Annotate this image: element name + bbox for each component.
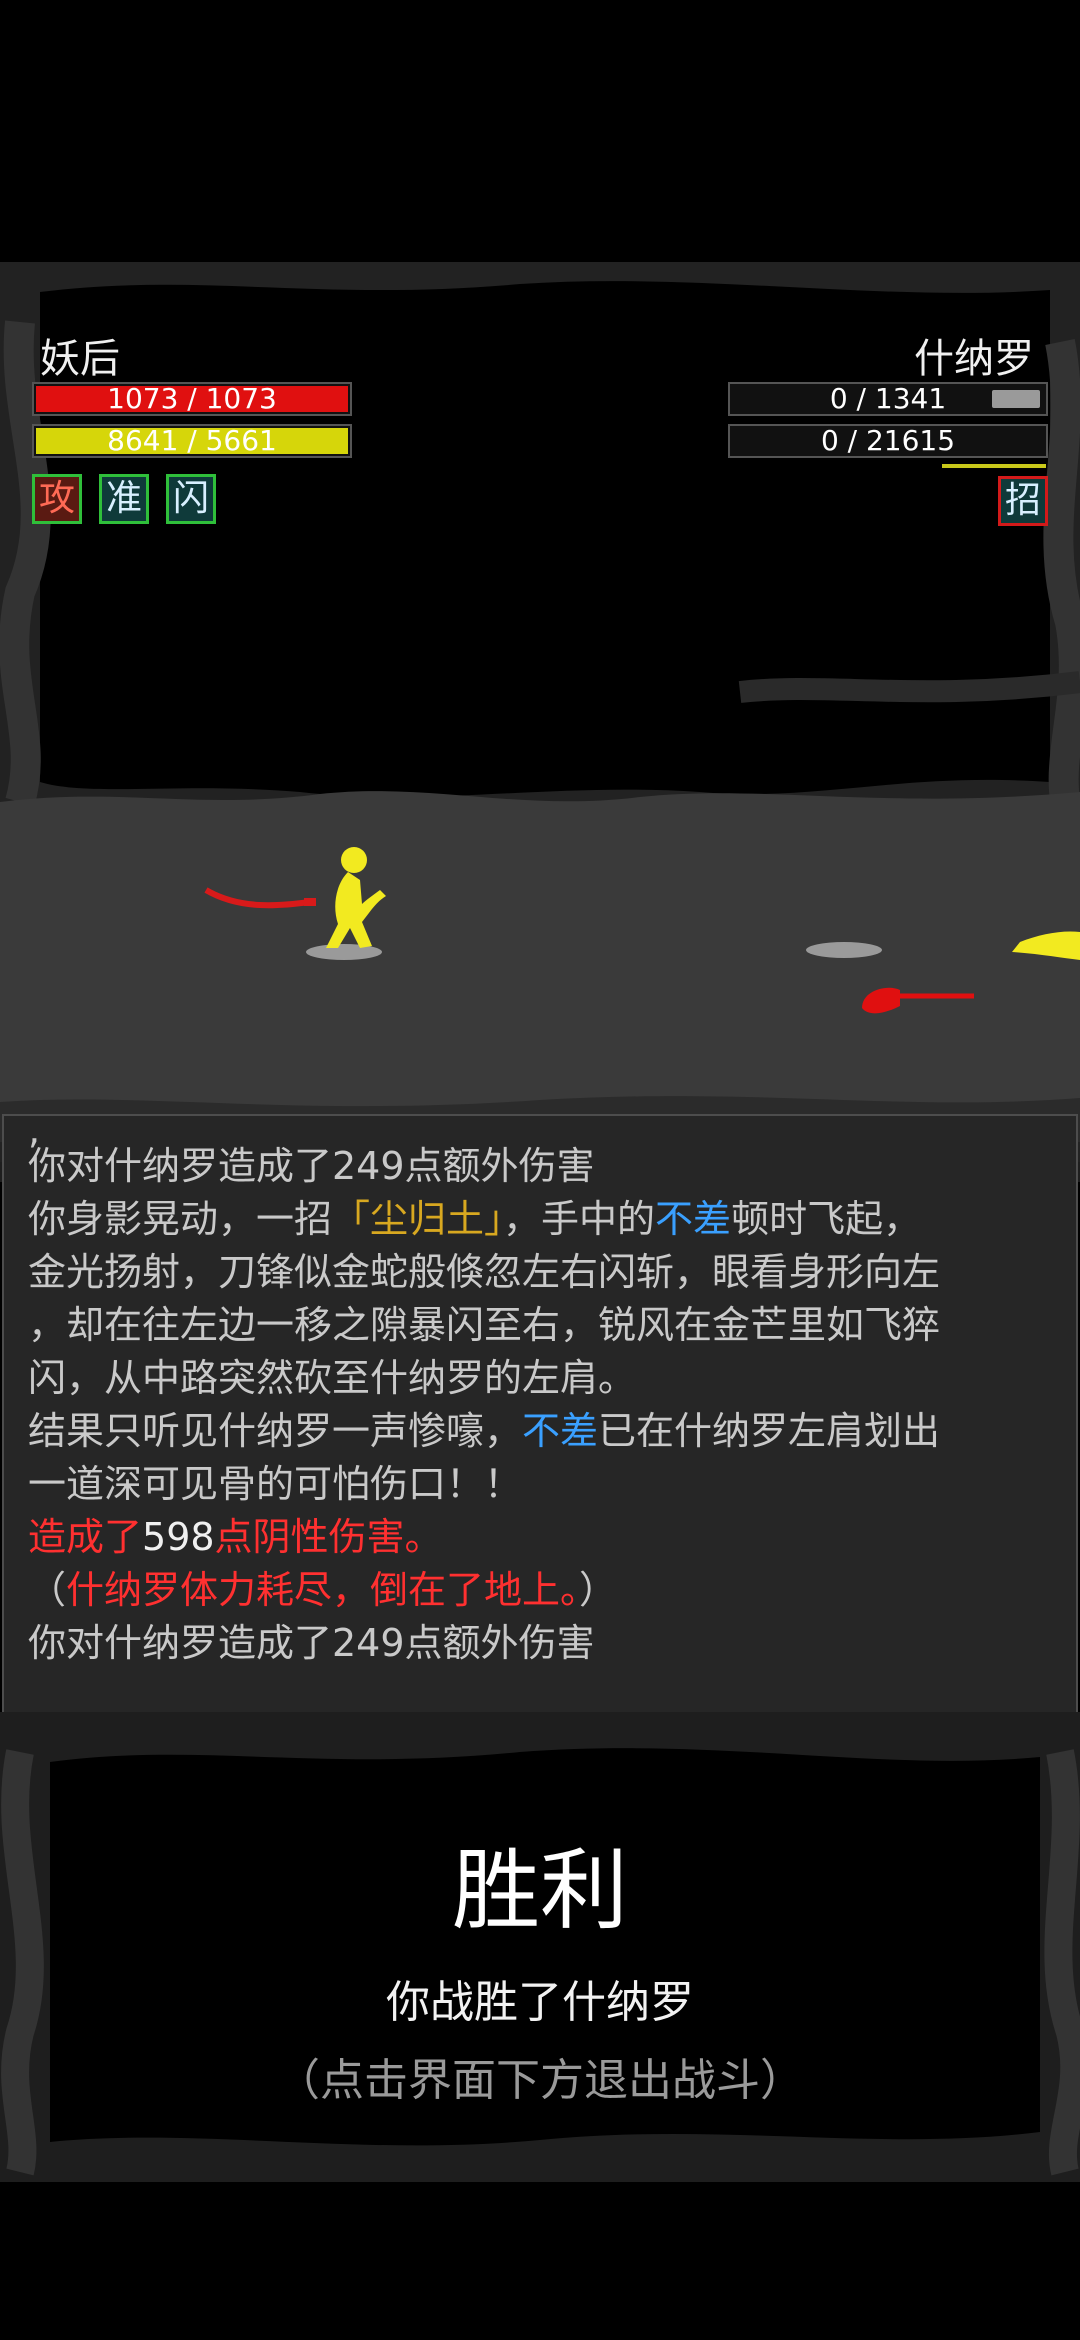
enemy-skill-badge: 招 [998,476,1048,526]
player-hp-bar: 1073 / 1073 [32,382,352,416]
log-line: 你身影晃动，一招「尘归土」，手中的不差顿时飞起， [28,1197,922,1241]
player-hp-text: 1073 / 1073 [107,382,277,415]
log-line: 一道深可见骨的可怕伤口！！ [28,1462,523,1506]
log-line: 金光扬射，刀锋似金蛇般倏忽左右闪斩，眼看身形向左 [28,1250,941,1294]
skill-name-text: 「尘归土」 [332,1197,504,1241]
player-qi-bar: 8641 / 5661 [32,424,352,458]
combat-log[interactable]: , 你对什纳罗造成了249点额外伤害 你身影晃动，一招「尘归土」，手中的不差顿时… [2,1114,1078,1716]
enemy-hp-knob [992,390,1040,408]
enemy-fighter-sprite [806,931,1080,1014]
enemy-qi-bar: 0 / 21615 [728,424,1048,458]
log-line: 闪，从中路突然砍至什纳罗的左肩。 [28,1356,637,1400]
skill-dodge-badge[interactable]: 闪 [166,474,216,524]
victory-title: 胜利 [451,1839,628,1942]
weapon-name-text: 不差 [655,1197,732,1241]
damage-number: 598 [142,1515,215,1559]
result-background [0,1712,1080,2182]
skill-accuracy-badge[interactable]: 准 [99,474,149,524]
victory-subtitle: 你战胜了什纳罗 [386,1977,694,2028]
log-line: 造成了598点阴性伤害。 [28,1515,443,1559]
enemy-qi-text: 0 / 21615 [820,424,956,457]
enemy-name: 什纳罗 [914,336,1034,382]
skill-attack-badge[interactable]: 攻 [32,474,82,524]
log-line: （什纳罗体力耗尽，倒在了地上。） [28,1568,618,1612]
log-line: 结果只听见什纳罗一声惨嚎，不差已在什纳罗左肩划出 [28,1409,941,1453]
player-name: 妖后 [40,336,120,382]
log-line: 你对什纳罗造成了249点额外伤害 [28,1144,595,1188]
player-qi-text: 8641 / 5661 [107,424,277,457]
log-line: ，却在往左边一移之隙暴闪至右，锐风在金芒里如飞猝 [28,1303,941,1347]
weapon-name-text: 不差 [522,1409,599,1453]
exit-battle-hint[interactable]: （点击界面下方退出战斗） [0,2044,1080,2108]
log-line: 你对什纳罗造成了249点额外伤害 [28,1621,595,1665]
player-fighter-sprite [204,847,386,960]
log-top-mark: , [28,1114,41,1152]
enemy-stance-line [942,464,1046,468]
enemy-hp-bar: 0 / 1341 [728,382,1048,416]
